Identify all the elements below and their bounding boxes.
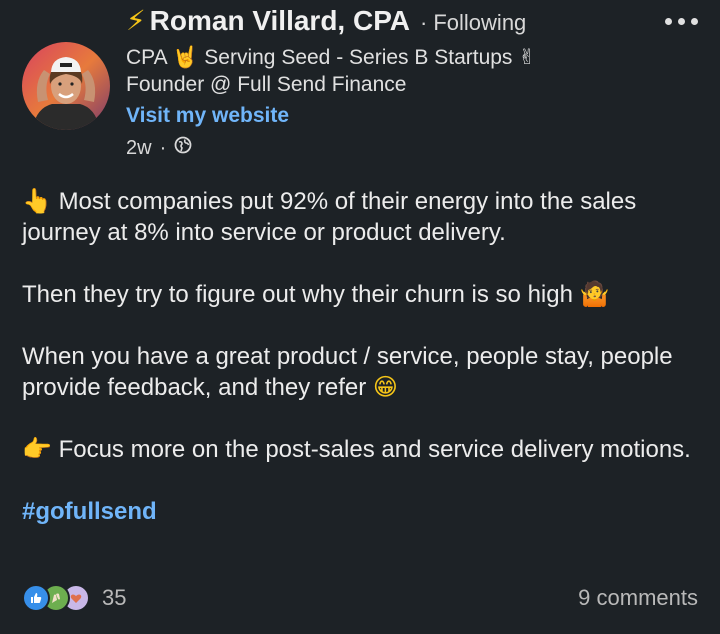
feed-post: ⚡ Roman Villard, CPA · Following CPA 🤘 Se… [0, 0, 720, 634]
pointing-up-emoji: 👆 [22, 187, 52, 215]
hashtag-link[interactable]: #gofullsend [22, 498, 157, 525]
post-paragraph: When you have a great product / service,… [22, 341, 702, 403]
paragraph-text: When you have a great product / service,… [22, 343, 673, 401]
author-headline-line1: CPA 🤘 Serving Seed - Series B Startups ✌ [126, 46, 536, 69]
post-header: ⚡ Roman Villard, CPA · Following CPA 🤘 Se… [126, 4, 626, 160]
more-options-icon[interactable] [665, 18, 698, 25]
post-paragraph: Then they try to figure out why their ch… [22, 279, 702, 310]
more-dot [678, 18, 685, 25]
post-time: 2w [126, 136, 152, 159]
post-paragraph: 👆 Most companies put 92% of their energy… [22, 186, 702, 248]
lightning-icon: ⚡ [126, 4, 146, 37]
grin-emoji: 😁 [372, 373, 398, 401]
paragraph-text: Then they try to figure out why their ch… [22, 281, 573, 308]
paragraph-text: Focus more on the post-sales and service… [58, 436, 691, 463]
follow-status-label: Following [433, 10, 527, 35]
avatar-image [22, 42, 110, 130]
social-counts: 35 9 comments [22, 584, 698, 612]
visit-website-link[interactable]: Visit my website [126, 104, 289, 128]
post-paragraph: #gofullsend [22, 496, 702, 527]
shrug-emoji: 🤷 [579, 280, 610, 308]
post-meta: 2w · [126, 136, 626, 160]
more-dot [665, 18, 672, 25]
comments-count[interactable]: 9 comments [578, 585, 698, 611]
more-dot [691, 18, 698, 25]
avatar[interactable] [22, 42, 110, 130]
separator-dot: · [420, 10, 428, 35]
pointing-right-emoji: 👉 [22, 435, 52, 463]
reactions-summary[interactable]: 35 [22, 584, 126, 612]
author-name[interactable]: Roman Villard, CPA [150, 5, 410, 37]
like-reaction-icon [22, 584, 50, 612]
globe-icon [174, 136, 192, 160]
separator-dot: · [159, 136, 167, 159]
follow-status[interactable]: · Following [420, 10, 526, 36]
reaction-count: 35 [102, 585, 127, 610]
paragraph-text: Most companies put 92% of their energy i… [22, 188, 637, 246]
author-headline-line2: Founder @ Full Send Finance [126, 73, 407, 96]
post-body: 👆 Most companies put 92% of their energy… [22, 186, 702, 558]
post-paragraph: 👉 Focus more on the post-sales and servi… [22, 434, 702, 465]
author-row: ⚡ Roman Villard, CPA · Following [126, 4, 626, 44]
